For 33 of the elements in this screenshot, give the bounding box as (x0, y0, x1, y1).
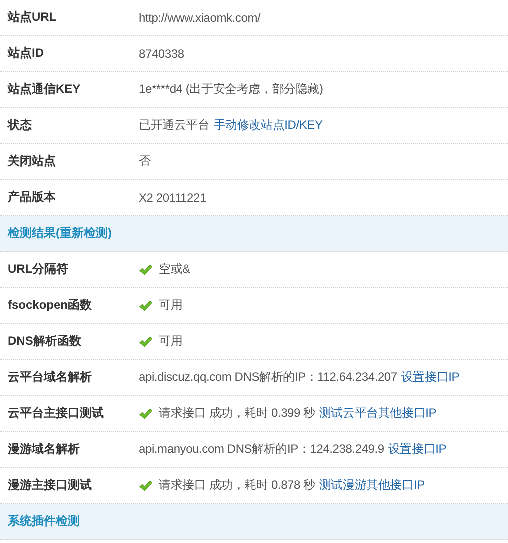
setting-value: 空或& (159, 261, 190, 278)
setting-label: URL分隔符 (8, 261, 70, 278)
section-title: 检测结果(重新检测) (8, 225, 112, 242)
setting-value: 8740338 (139, 46, 184, 60)
setting-label: 漫游主接口测试 (8, 477, 93, 494)
setting-label: DNS解析函数 (8, 333, 82, 350)
value-link[interactable]: 设置接口IP (401, 369, 460, 386)
setting-value: 已开通云平台 (139, 117, 210, 134)
setting-value: 否 (139, 153, 151, 170)
value-link[interactable]: 设置接口IP (388, 441, 447, 458)
setting-value: 请求接口 成功，耗时 0.878 秒 (159, 477, 316, 494)
value-link[interactable]: 测试漫游其他接口IP (319, 477, 425, 494)
setting-label: 关闭站点 (8, 153, 57, 170)
setting-label: 站点ID (8, 45, 45, 62)
setting-label: 产品版本 (8, 189, 57, 206)
value-link[interactable]: 测试云平台其他接口IP (319, 405, 437, 422)
setting-label: 云平台域名解析 (8, 369, 93, 386)
setting-value: 可用 (159, 333, 183, 350)
setting-label: 站点通信KEY (8, 81, 82, 98)
setting-label: 漫游域名解析 (8, 441, 81, 458)
setting-label: 云平台主接口测试 (8, 405, 105, 422)
setting-label: fsockopen函数 (8, 297, 94, 314)
setting-label: 站点URL (8, 9, 58, 26)
setting-value: X2 20111221 (139, 190, 206, 204)
setting-value: api.manyou.com DNS解析的IP：124.238.249.9 (139, 441, 384, 458)
setting-value: 请求接口 成功，耗时 0.399 秒 (159, 405, 316, 422)
section-title: 系统插件检测 (8, 513, 80, 530)
setting-value: api.discuz.qq.com DNS解析的IP：112.64.234.207 (139, 369, 398, 386)
setting-value: http://www.xiaomk.com/ (139, 10, 261, 24)
value-link[interactable]: 手动修改站点ID/KEY (214, 117, 323, 134)
setting-label: 状态 (8, 117, 33, 134)
setting-value: 1e****d4 (出于安全考虑，部分隐藏) (139, 81, 324, 98)
setting-value: 可用 (159, 297, 183, 314)
